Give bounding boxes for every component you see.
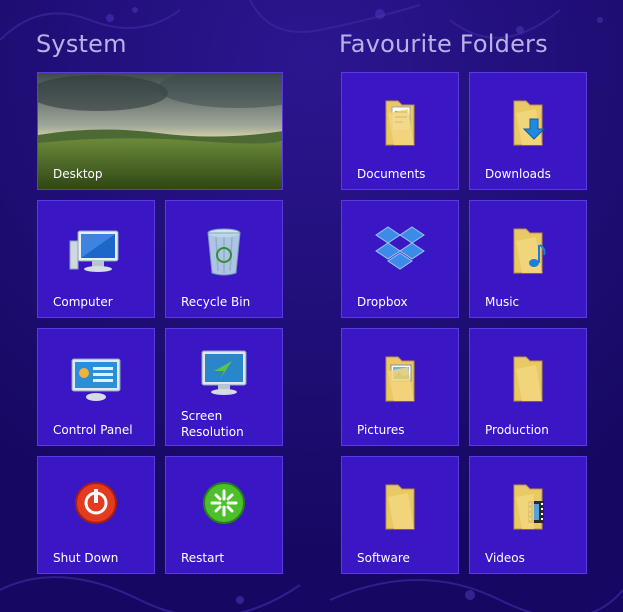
tile-pictures[interactable]: Pictures <box>341 328 459 446</box>
tile-label: Screen Resolution <box>181 409 244 439</box>
tile-label: Videos <box>485 551 525 565</box>
tile-label: Shut Down <box>53 551 119 565</box>
folder-icon <box>496 347 560 411</box>
control-panel-icon <box>64 347 128 411</box>
dropbox-icon <box>368 219 432 283</box>
tile-label: Software <box>357 551 410 565</box>
screen-resolution-icon <box>192 343 256 407</box>
tile-label: Production <box>485 423 549 437</box>
pictures-folder-icon <box>368 347 432 411</box>
documents-folder-icon <box>368 91 432 155</box>
tile-label: Dropbox <box>357 295 408 309</box>
tile-label: Music <box>485 295 520 309</box>
tile-control-panel[interactable]: Control Panel <box>37 328 155 446</box>
tile-shut-down[interactable]: Shut Down <box>37 456 155 574</box>
tile-screen-resolution[interactable]: Screen Resolution <box>165 328 283 446</box>
tile-documents[interactable]: Documents <box>341 72 459 190</box>
restart-icon <box>192 475 256 539</box>
tile-music[interactable]: Music <box>469 200 587 318</box>
tile-label: Desktop <box>53 167 103 181</box>
tile-label: Recycle Bin <box>181 295 251 309</box>
tile-recycle-bin[interactable]: Recycle Bin <box>165 200 283 318</box>
tile-dropbox[interactable]: Dropbox <box>341 200 459 318</box>
power-icon <box>64 475 128 539</box>
tile-computer[interactable]: Computer <box>37 200 155 318</box>
tile-software[interactable]: Software <box>341 456 459 574</box>
recycle-bin-icon <box>192 219 256 283</box>
videos-folder-icon <box>496 475 560 539</box>
music-folder-icon <box>496 219 560 283</box>
system-group-title: System <box>36 30 127 58</box>
tile-label: Pictures <box>357 423 405 437</box>
tile-downloads[interactable]: Downloads <box>469 72 587 190</box>
downloads-folder-icon <box>496 91 560 155</box>
tile-label: Documents <box>357 167 426 181</box>
tile-label: Control Panel <box>53 423 133 437</box>
tile-desktop[interactable]: Desktop <box>37 72 283 190</box>
tile-label: Computer <box>53 295 113 309</box>
tile-label: Downloads <box>485 167 551 181</box>
favourite-folders-group-title: Favourite Folders <box>339 30 548 58</box>
computer-monitor-icon <box>64 219 128 283</box>
tile-restart[interactable]: Restart <box>165 456 283 574</box>
tile-production[interactable]: Production <box>469 328 587 446</box>
folder-icon <box>368 475 432 539</box>
tile-videos[interactable]: Videos <box>469 456 587 574</box>
tile-label: Restart <box>181 551 225 565</box>
